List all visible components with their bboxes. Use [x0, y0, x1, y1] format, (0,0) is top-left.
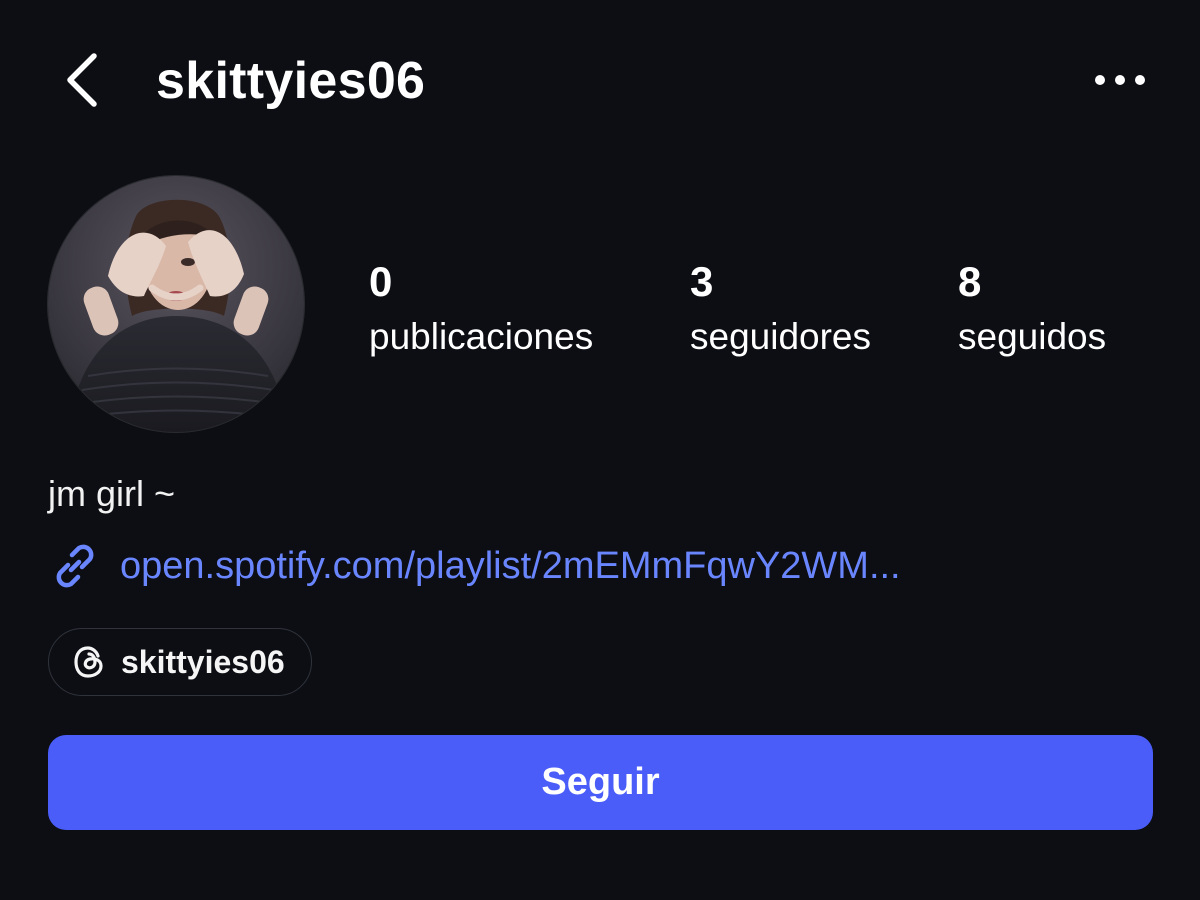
stat-following[interactable]: 8 seguidos	[958, 256, 1106, 362]
posts-count: 0	[369, 258, 393, 305]
more-options-button[interactable]	[1086, 58, 1156, 102]
back-button[interactable]	[56, 48, 112, 112]
follow-button[interactable]: Seguir	[48, 735, 1153, 830]
threads-profile-chip[interactable]: skittyies06	[48, 628, 312, 696]
followers-label: seguidores	[690, 316, 872, 357]
bio-text: jm girl ~	[48, 473, 176, 514]
follow-button-label: Seguir	[541, 761, 660, 803]
link-icon	[56, 544, 94, 588]
following-label: seguidos	[958, 316, 1107, 357]
following-count: 8	[958, 258, 982, 305]
profile-header: skittyies06	[0, 0, 1200, 160]
stat-followers[interactable]: 3 seguidores	[690, 256, 871, 362]
page-title: skittyies06	[156, 52, 426, 110]
bio-link[interactable]: open.spotify.com/playlist/2mEMmFqwY2WM..…	[48, 536, 901, 596]
threads-handle: skittyies06	[121, 644, 285, 680]
posts-label: publicaciones	[369, 316, 594, 357]
profile-photo	[48, 176, 304, 432]
chevron-left-icon	[67, 53, 97, 107]
more-horizontal-icon	[1095, 75, 1145, 85]
threads-icon	[74, 646, 103, 678]
profile-page: skittyies06 0 publicaciones 3 seguidores…	[0, 0, 1200, 900]
followers-count: 3	[690, 258, 714, 305]
bio-link-text[interactable]: open.spotify.com/playlist/2mEMmFqwY2WM..…	[120, 538, 901, 594]
stat-posts[interactable]: 0 publicaciones	[369, 256, 593, 362]
avatar[interactable]	[48, 176, 304, 432]
